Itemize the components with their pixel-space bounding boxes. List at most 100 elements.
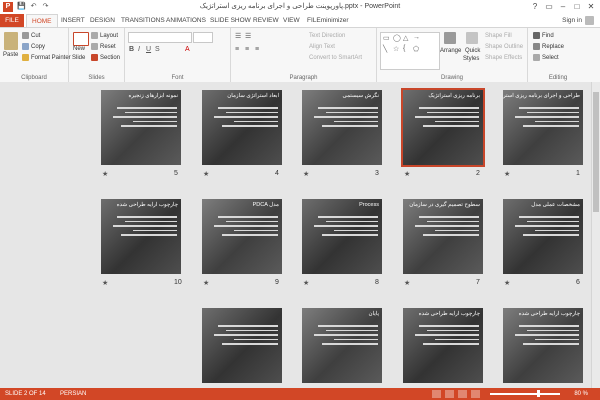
maximize-icon[interactable]: □ [570, 0, 584, 13]
shape-fill-button[interactable]: Shape Fill [485, 33, 512, 39]
tab-file[interactable]: FILE [0, 14, 24, 27]
slide-thumbnail[interactable]: چارچوب ارایه طراحی شده [503, 308, 583, 383]
replace-button[interactable]: Replace [533, 43, 564, 50]
normal-view-icon[interactable] [432, 390, 441, 398]
language-status[interactable]: PERSIAN [60, 388, 86, 400]
transition-star-icon[interactable]: ★ [404, 279, 410, 287]
slide-thumbnail[interactable]: طراحی و اجرای برنامه ریزی استراتژیک [503, 90, 583, 165]
layout-button[interactable]: Layout [91, 32, 118, 39]
convert-smartart-button[interactable]: Convert to SmartArt [309, 55, 362, 61]
tab-view[interactable]: VIEW [278, 14, 305, 27]
new-slide-button[interactable]: New [73, 46, 85, 52]
powerpoint-icon[interactable]: P [3, 2, 13, 12]
slide-sorter-view-icon[interactable] [445, 390, 454, 398]
quick-styles-button[interactable]: Quick [465, 48, 480, 54]
quick-styles-button-line2[interactable]: Styles [463, 56, 479, 62]
transition-star-icon[interactable]: ★ [504, 170, 510, 178]
transition-star-icon[interactable]: ★ [203, 279, 209, 287]
text-direction-button[interactable]: Text Direction [309, 33, 345, 39]
tab-home[interactable]: HOME [26, 14, 58, 28]
bullets-icon[interactable]: ☰ [235, 32, 241, 40]
slide-thumbnail[interactable]: پایان [302, 308, 382, 383]
sign-in-link[interactable]: Sign in [562, 14, 582, 27]
zoom-slider[interactable] [490, 393, 560, 395]
cut-label: Cut [31, 33, 41, 40]
zoom-level[interactable]: 80 % [574, 388, 588, 400]
transition-star-icon[interactable]: ★ [102, 279, 108, 287]
transition-star-icon[interactable]: ★ [303, 279, 309, 287]
slide-thumbnail[interactable]: PDCA مدل [202, 199, 282, 274]
vertical-scrollbar[interactable] [591, 82, 600, 388]
align-left-icon[interactable]: ≡ [235, 46, 239, 53]
triangle-shape-icon[interactable]: △ [403, 34, 408, 42]
slide-thumbnail[interactable] [202, 308, 282, 383]
slide-thumbnail[interactable]: ابعاد استراتژی سازمان [202, 90, 282, 165]
slide-text-line [314, 225, 378, 227]
slide-thumbnail[interactable]: چارچوب ارایه طراحی شده [101, 199, 181, 274]
new-slide-icon[interactable] [73, 32, 89, 46]
minimize-icon[interactable]: – [556, 0, 570, 13]
tab-fileminimizer[interactable]: FILEminimizer [302, 14, 354, 27]
zoom-slider-thumb[interactable] [537, 390, 540, 397]
new-slide-button-line2[interactable]: Slide [72, 55, 85, 61]
slide-thumbnail[interactable]: مشخصات عملی مدل [503, 199, 583, 274]
avatar[interactable] [585, 16, 594, 25]
font-size-combo[interactable] [193, 32, 213, 43]
shapes-gallery[interactable]: ▭ ◯ △ → ╲ ☆ { ⬠ [380, 32, 440, 70]
undo-icon[interactable]: ↶ [29, 2, 38, 11]
transition-star-icon[interactable]: ★ [203, 170, 209, 178]
underline-icon[interactable]: U [146, 46, 151, 53]
transition-star-icon[interactable]: ★ [404, 170, 410, 178]
shape-outline-button[interactable]: Shape Outline [485, 44, 523, 50]
reset-button[interactable]: Reset [91, 43, 116, 50]
save-icon[interactable]: 💾 [17, 2, 26, 11]
align-text-button[interactable]: Align Text [309, 44, 335, 50]
section-button[interactable]: Section [91, 54, 120, 61]
slide-thumbnail[interactable]: چارچوب ارایه طراحی شده [403, 308, 483, 383]
slide-thumbnail[interactable]: نمونه ابزارهای زنجیره [101, 90, 181, 165]
copy-button[interactable]: Copy [22, 43, 45, 50]
numbering-icon[interactable]: ☰ [245, 32, 251, 40]
star-shape-icon[interactable]: ☆ [393, 45, 399, 53]
font-color-icon[interactable]: A [185, 46, 190, 53]
reading-view-icon[interactable] [458, 390, 467, 398]
cut-button[interactable]: Cut [22, 32, 40, 39]
redo-icon[interactable]: ↷ [41, 2, 50, 11]
arrow-shape-icon[interactable]: → [413, 34, 420, 41]
find-button[interactable]: Find [533, 32, 554, 39]
help-icon[interactable]: ? [528, 0, 542, 13]
arrange-icon[interactable] [444, 32, 456, 44]
close-icon[interactable]: ✕ [584, 0, 598, 13]
slide-thumbnail[interactable]: نگرش سیستمی [302, 90, 382, 165]
slide-thumbnail[interactable]: سطوح تصمیم گیری در سازمان [403, 199, 483, 274]
align-center-icon[interactable]: ≡ [245, 46, 249, 53]
transition-star-icon[interactable]: ★ [102, 170, 108, 178]
bold-icon[interactable]: B [129, 46, 134, 53]
slide-thumbnail[interactable]: Process [302, 199, 382, 274]
slide-text-line [322, 343, 378, 345]
line-shape-icon[interactable]: ╲ [383, 45, 387, 53]
pentagon-shape-icon[interactable]: ⬠ [413, 45, 419, 53]
shape-effects-button[interactable]: Shape Effects [485, 55, 522, 61]
paste-icon[interactable] [4, 32, 18, 50]
ribbon-display-icon[interactable]: ▭ [542, 0, 556, 13]
select-button[interactable]: Select [533, 54, 559, 61]
font-family-combo[interactable] [128, 32, 192, 43]
transition-star-icon[interactable]: ★ [504, 279, 510, 287]
format-painter-button[interactable]: Format Painter [22, 54, 71, 61]
paste-button[interactable]: Paste [3, 52, 18, 58]
align-right-icon[interactable]: ≡ [255, 46, 259, 53]
arrange-button[interactable]: Arrange [440, 48, 461, 54]
strikethrough-icon[interactable]: S [155, 46, 160, 53]
brace-shape-icon[interactable]: { [403, 45, 405, 52]
italic-icon[interactable]: I [138, 46, 140, 53]
rectangle-shape-icon[interactable]: ▭ [383, 34, 390, 42]
tab-animations[interactable]: ANIMATIONS [161, 14, 211, 27]
quick-styles-icon[interactable] [466, 32, 478, 44]
oval-shape-icon[interactable]: ◯ [393, 34, 401, 42]
slideshow-view-icon[interactable] [471, 390, 480, 398]
slide-thumbnail[interactable]: برنامه ریزی استراتژیک [401, 88, 485, 167]
transition-star-icon[interactable]: ★ [303, 170, 309, 178]
scrollbar-thumb[interactable] [593, 92, 599, 212]
tab-design[interactable]: DESIGN [85, 14, 120, 27]
